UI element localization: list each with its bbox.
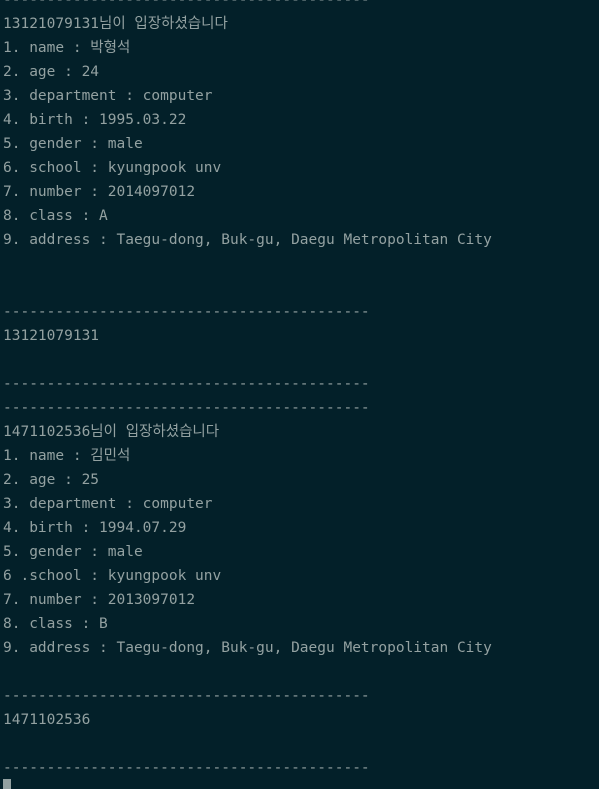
id-output: 1471102536 xyxy=(3,712,91,728)
separator-line: ----------------------------------------… xyxy=(3,760,370,776)
entry-message: 13121079131님이 입장하셨습니다 xyxy=(3,16,228,32)
terminal-window[interactable]: ----------------------------------------… xyxy=(0,0,599,789)
info-line-age: 2. age : 25 xyxy=(3,472,100,488)
separator-line: ----------------------------------------… xyxy=(3,688,370,704)
info-line-address: 9. address : Taegu-dong, Buk-gu, Daegu M… xyxy=(3,232,492,248)
terminal-cursor xyxy=(3,779,11,789)
info-line-birth: 4. birth : 1994.07.29 xyxy=(3,520,187,536)
info-line-class: 8. class : A xyxy=(3,208,108,224)
info-line-department: 3. department : computer xyxy=(3,496,213,512)
info-line-gender: 5. gender : male xyxy=(3,544,143,560)
info-line-class: 8. class : B xyxy=(3,616,108,632)
info-line-name: 1. name : 김민석 xyxy=(3,448,131,464)
info-line-department: 3. department : computer xyxy=(3,88,213,104)
id-output: 13121079131 xyxy=(3,328,100,344)
info-line-number: 7. number : 2013097012 xyxy=(3,592,196,608)
separator-line: ----------------------------------------… xyxy=(3,0,370,8)
info-line-name: 1. name : 박형석 xyxy=(3,40,131,56)
info-line-school: 6. school : kyungpook unv xyxy=(3,160,222,176)
separator-line: ----------------------------------------… xyxy=(3,304,370,320)
separator-line: ----------------------------------------… xyxy=(3,400,370,416)
info-line-school: 6 .school : kyungpook unv xyxy=(3,568,222,584)
entry-message: 1471102536님이 입장하셨습니다 xyxy=(3,424,220,440)
info-line-age: 2. age : 24 xyxy=(3,64,100,80)
separator-line: ----------------------------------------… xyxy=(3,376,370,392)
info-line-number: 7. number : 2014097012 xyxy=(3,184,196,200)
info-line-address: 9. address : Taegu-dong, Buk-gu, Daegu M… xyxy=(3,640,492,656)
info-line-gender: 5. gender : male xyxy=(3,136,143,152)
info-line-birth: 4. birth : 1995.03.22 xyxy=(3,112,187,128)
